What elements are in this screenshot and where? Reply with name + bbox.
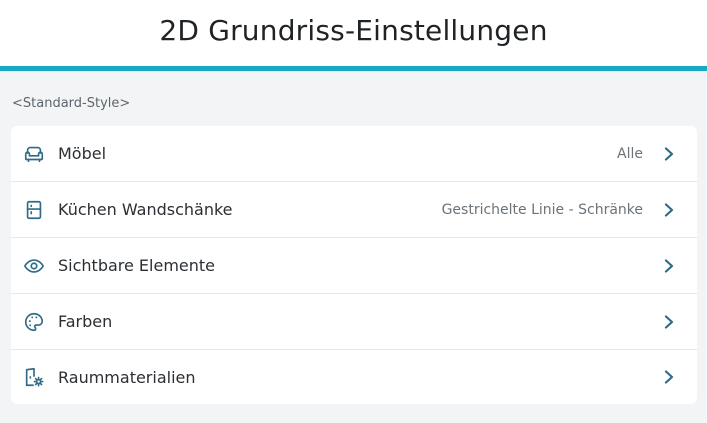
settings-row-value: Gestrichelte Linie - Schränke (441, 201, 643, 218)
chevron-right-icon (659, 144, 679, 164)
settings-row-sichtbare-elemente[interactable]: Sichtbare Elemente (11, 238, 697, 294)
chevron-right-icon (659, 256, 679, 276)
page-title: 2D Grundriss-Einstellungen (159, 13, 548, 47)
settings-row-value: Alle (617, 145, 643, 162)
room-settings-icon (22, 365, 46, 389)
chevron-right-icon (659, 200, 679, 220)
palette-icon (22, 310, 46, 334)
settings-row-label: Farben (58, 312, 113, 331)
chevron-right-icon (659, 312, 679, 332)
eye-icon (22, 254, 46, 278)
settings-list: Möbel Alle Küchen Wandschänke Gestrichel… (11, 126, 697, 404)
settings-row-label: Küchen Wandschänke (58, 200, 233, 219)
settings-row-label: Raummaterialien (58, 367, 196, 387)
chevron-right-icon (659, 367, 679, 387)
settings-row-kuechen-wandschaenke[interactable]: Küchen Wandschänke Gestrichelte Linie - … (11, 182, 697, 238)
sofa-icon (22, 142, 46, 166)
style-name-label: <Standard-Style> (12, 96, 131, 111)
settings-row-label: Möbel (58, 144, 107, 163)
header: 2D Grundriss-Einstellungen (0, 0, 707, 71)
settings-row-label: Sichtbare Elemente (58, 256, 216, 275)
settings-row-farben[interactable]: Farben (11, 294, 697, 350)
settings-row-raummaterialien[interactable]: Raummaterialien (11, 350, 697, 404)
cabinet-icon (22, 198, 46, 222)
settings-row-moebel[interactable]: Möbel Alle (11, 126, 697, 182)
